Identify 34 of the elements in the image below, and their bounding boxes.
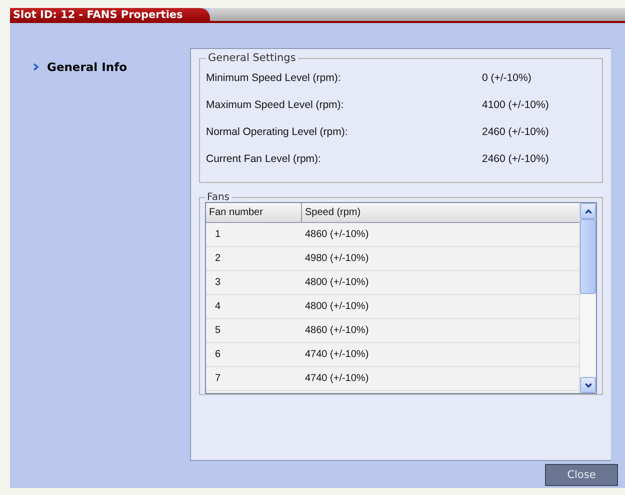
scroll-thumb[interactable] [580, 219, 596, 294]
chevron-icon [32, 63, 40, 71]
setting-label: Normal Operating Level (rpm): [206, 126, 349, 138]
window-title: Slot ID: 12 - FANS Properties [10, 8, 210, 23]
setting-label: Minimum Speed Level (rpm): [206, 72, 342, 84]
setting-label: Maximum Speed Level (rpm): [206, 98, 345, 110]
setting-value: 4100 (+/-10%) [482, 98, 549, 110]
table-cell-text: 6 [214, 349, 222, 360]
sidebar-item[interactable]: General Info [10, 60, 190, 74]
table-cell-text: 4860 (+/-10%) [304, 325, 369, 336]
table-cell-text: 7 [214, 373, 222, 384]
setting-label: Current Fan Level (rpm): [206, 152, 322, 164]
scroll-up-icon[interactable] [580, 203, 596, 219]
setting-value: 2460 (+/-10%) [482, 126, 549, 138]
group-title: General Settings [207, 52, 297, 64]
table-cell-text: 1 [214, 229, 222, 240]
scroll-down-icon[interactable] [580, 377, 596, 393]
table-cell-text: 4800 (+/-10%) [304, 277, 369, 288]
setting-value: 2460 (+/-10%) [482, 152, 549, 164]
column-header[interactable]: Fan number [206, 203, 302, 222]
table-cell-text: 4800 (+/-10%) [304, 301, 369, 312]
table-cell-text: 3 [214, 277, 222, 288]
group-title: Fans [206, 193, 231, 202]
scrollbar[interactable] [579, 203, 596, 393]
table-cell-text: 4 [214, 301, 222, 312]
setting-value: 0 (+/-10%) [482, 72, 532, 84]
table-cell-text: 4980 (+/-10%) [304, 253, 369, 264]
table-cell-text: 2 [214, 253, 222, 264]
table-cell-text: 4740 (+/-10%) [304, 373, 369, 384]
table-cell-text: 5 [214, 325, 222, 336]
table-cell-text: 4860 (+/-10%) [304, 229, 369, 240]
close-button[interactable]: Close [545, 464, 618, 486]
column-header[interactable]: Speed (rpm) [302, 203, 361, 222]
table-cell-text: 4740 (+/-10%) [304, 349, 369, 360]
